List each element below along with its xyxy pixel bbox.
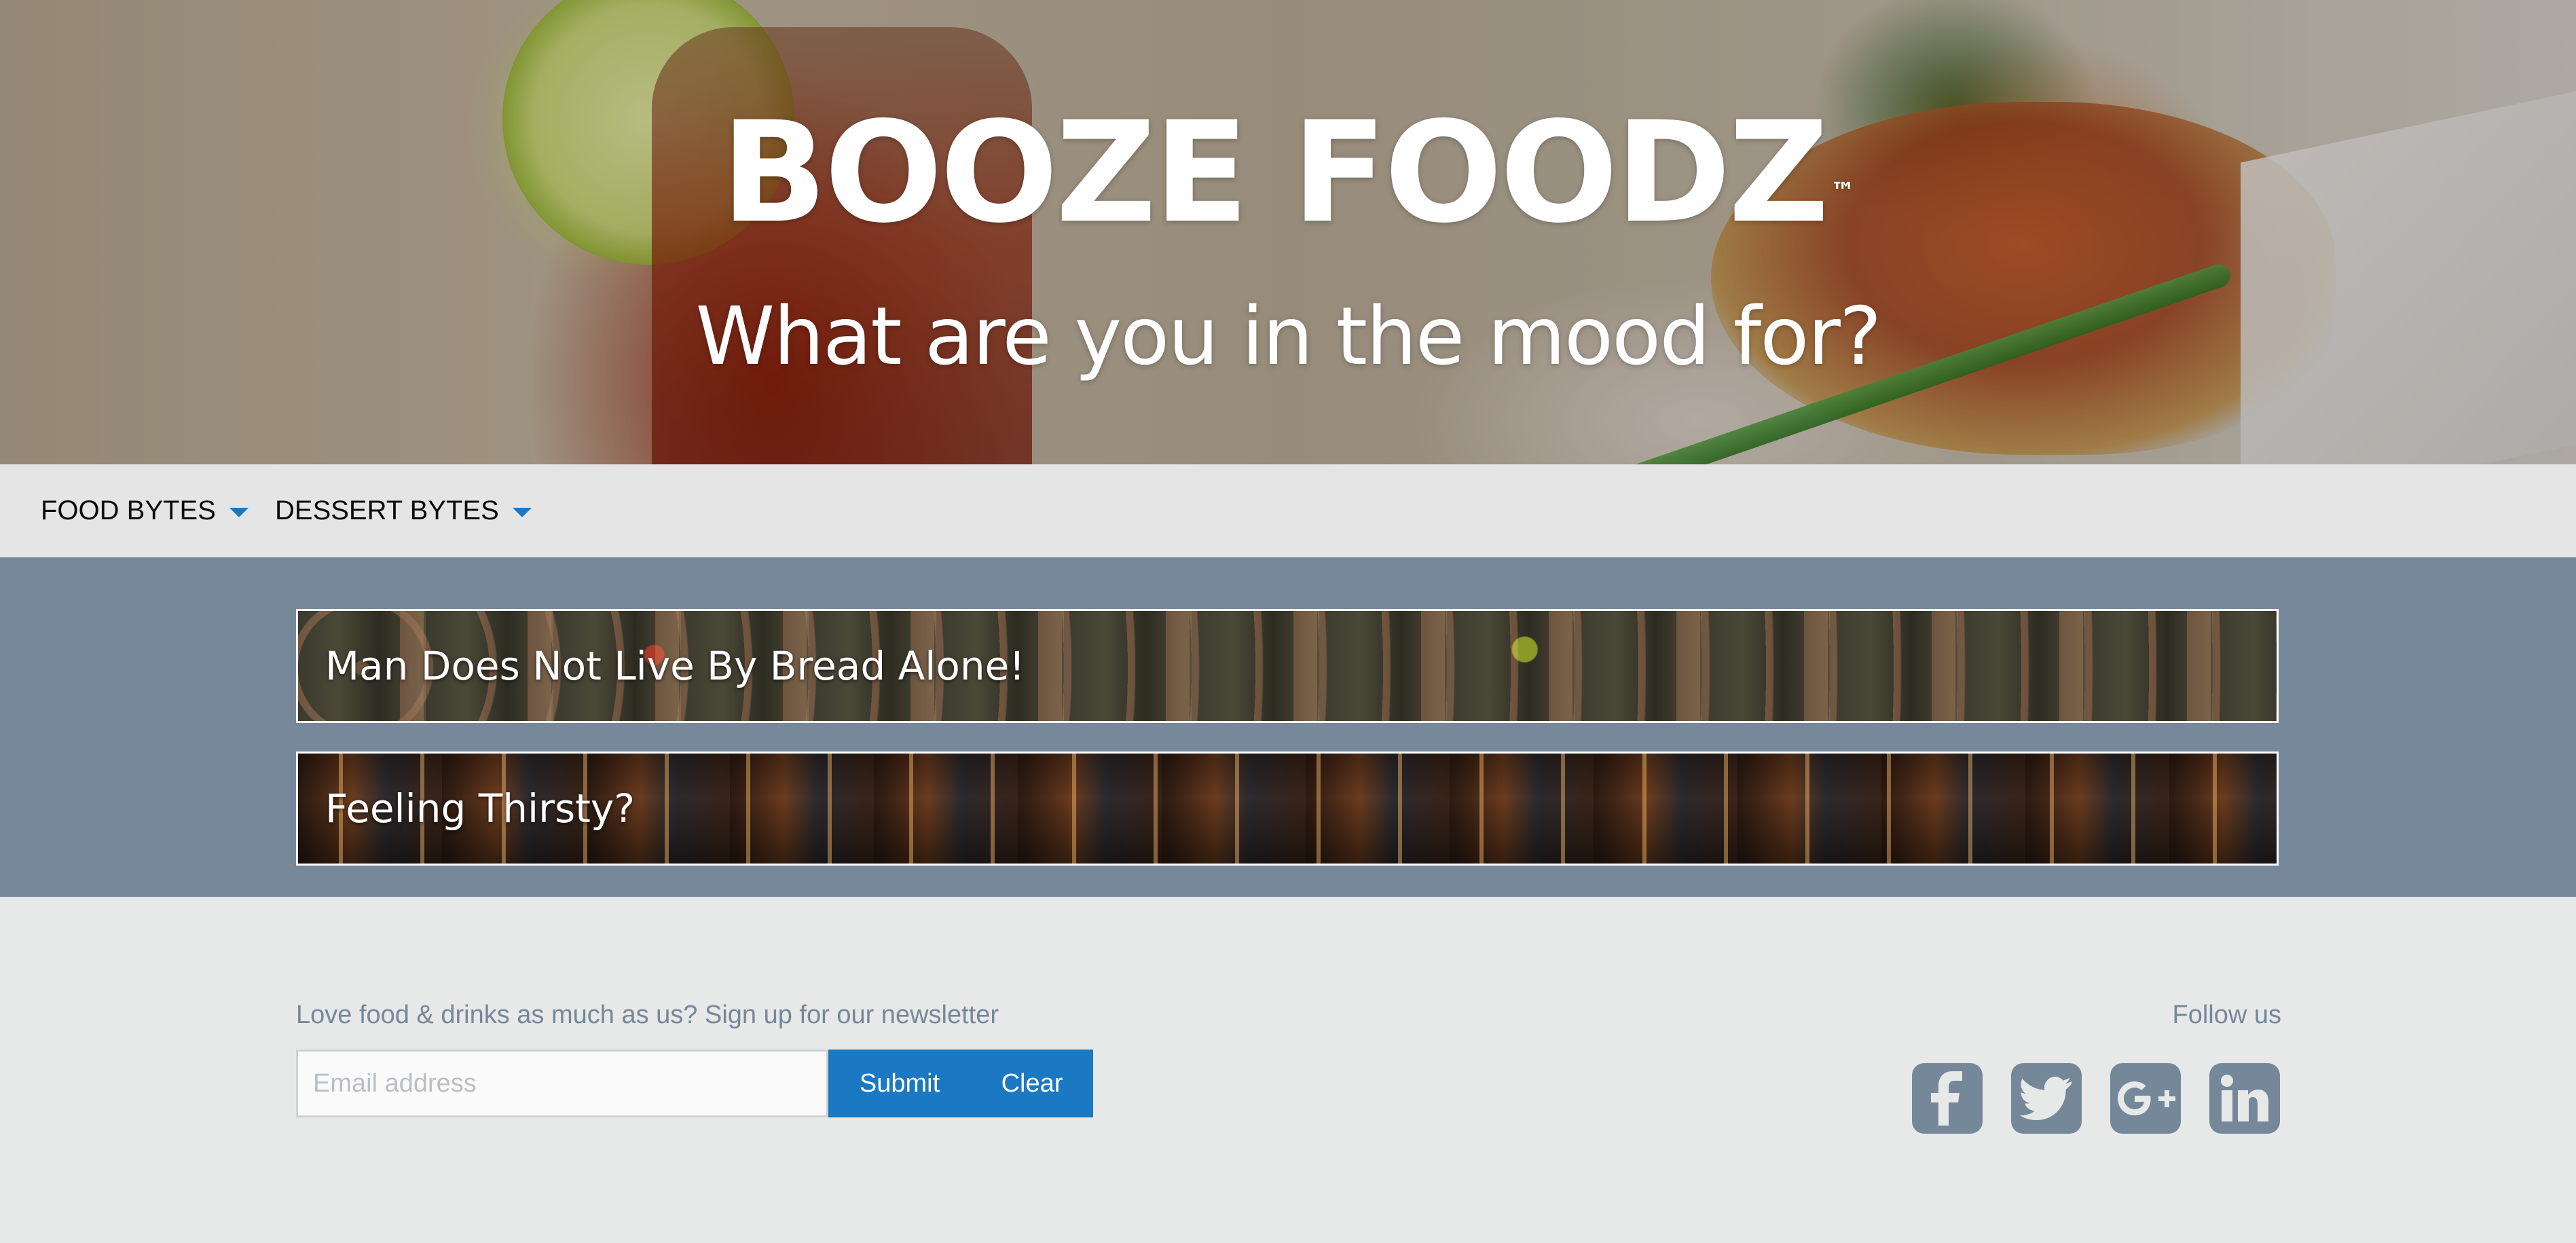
submit-button[interactable]: Submit: [828, 1050, 971, 1117]
drinks-banner-link[interactable]: Feeling Thirsty?: [296, 752, 2279, 866]
caret-down-icon: [229, 507, 249, 517]
nav-item-label: FOOD BYTES: [41, 496, 216, 525]
trademark-symbol: ™: [1830, 178, 1856, 206]
linkedin-icon: [2221, 1075, 2268, 1121]
drinks-banner-label: Feeling Thirsty?: [325, 785, 636, 832]
twitter-link[interactable]: [2011, 1063, 2082, 1134]
twitter-icon: [2020, 1077, 2072, 1120]
linkedin-link[interactable]: [2209, 1063, 2280, 1134]
newsletter-buttons: Submit Clear: [828, 1050, 1093, 1117]
nav-item-dessert-bytes[interactable]: DESSERT BYTES: [275, 464, 532, 557]
food-banner-link[interactable]: Man Does Not Live By Bread Alone!: [296, 609, 2279, 723]
newsletter-prompt: Love food & drinks as much as us? Sign u…: [296, 1001, 999, 1029]
google-plus-link[interactable]: [2110, 1063, 2181, 1134]
main-nav: FOOD BYTES DESSERT BYTES: [0, 464, 2576, 557]
food-banner-label: Man Does Not Live By Bread Alone!: [325, 643, 1025, 689]
follow-us-label: Follow us: [2172, 1001, 2282, 1029]
clear-button[interactable]: Clear: [971, 1050, 1093, 1117]
nav-item-food-bytes[interactable]: FOOD BYTES: [41, 464, 249, 557]
facebook-link[interactable]: [1912, 1063, 1983, 1134]
site-title: BOOZE FOODZ ™: [0, 98, 2576, 248]
hero-subtitle: What are you in the mood for?: [695, 289, 1881, 383]
caret-down-icon: [512, 507, 532, 517]
nav-item-label: DESSERT BYTES: [275, 496, 499, 525]
category-banners: Man Does Not Live By Bread Alone! Feelin…: [0, 557, 2576, 897]
site-title-text: BOOZE FOODZ: [720, 92, 1829, 254]
footer: Love food & drinks as much as us? Sign u…: [0, 897, 2576, 1243]
hero-banner: BOOZE FOODZ ™ What are you in the mood fo…: [0, 0, 2576, 464]
email-field[interactable]: [296, 1050, 828, 1117]
facebook-icon: [1931, 1071, 1962, 1126]
google-plus-icon: [2118, 1081, 2175, 1115]
